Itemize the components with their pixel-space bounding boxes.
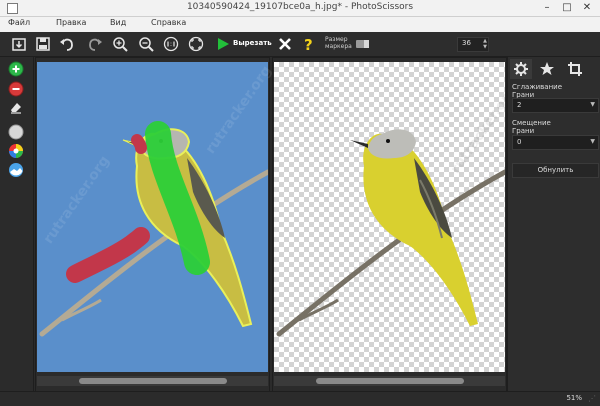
chevron-down-icon: ▼ — [590, 138, 595, 145]
cut-label[interactable]: Вырезать — [233, 39, 272, 47]
svg-text:?: ? — [304, 36, 313, 53]
smoothing-select[interactable]: 2 ▼ — [512, 98, 599, 113]
reset-button[interactable]: Обнулить — [512, 163, 599, 178]
close-window-button[interactable]: ✕ — [580, 1, 594, 14]
tab-effects[interactable] — [536, 59, 558, 79]
image-background-tool[interactable] — [8, 162, 24, 178]
clear-button[interactable] — [276, 35, 294, 53]
close-icon — [279, 38, 291, 50]
chevron-down-icon: ▼ — [590, 101, 595, 108]
smoothing-value: 2 — [517, 101, 522, 109]
open-file-icon — [12, 38, 26, 51]
left-toolbar — [0, 57, 34, 391]
white-circle-icon — [8, 124, 24, 140]
play-cut-icon — [218, 38, 229, 50]
white-background-tool[interactable] — [8, 124, 24, 140]
eraser-tool[interactable] — [8, 99, 24, 115]
window-controls: – □ ✕ — [540, 1, 594, 14]
menu-file[interactable]: Файл — [8, 18, 30, 27]
offset-select[interactable]: 0 ▼ — [512, 135, 599, 150]
result-image — [276, 129, 505, 337]
color-wheel-icon — [9, 144, 23, 158]
zoom-in-button[interactable] — [111, 35, 129, 53]
title-bar: 10340590424_19107bce0a_h.jpg* - PhotoSci… — [0, 0, 600, 17]
redo-button[interactable] — [86, 35, 104, 53]
plus-circle-icon — [8, 61, 24, 77]
minus-circle-icon — [8, 81, 24, 97]
open-file-button[interactable] — [10, 35, 28, 53]
zoom-1to1-button[interactable] — [162, 35, 180, 53]
resize-grip-icon[interactable]: ⋰ — [588, 394, 598, 404]
landscape-icon — [9, 163, 23, 177]
help-button[interactable]: ? — [300, 35, 318, 53]
status-bar: 51% ⋰ — [0, 391, 600, 406]
result-canvas[interactable]: rutracker.org — [274, 62, 520, 372]
menu-bar: Файл Правка Вид Справка — [0, 17, 600, 33]
keep-marker-tool[interactable] — [8, 61, 24, 77]
tab-settings[interactable] — [510, 59, 532, 79]
toolbar: Вырезать ? Размер маркера 36 ▲ ▼ — [0, 32, 600, 57]
marker-size-label: Размер маркера — [325, 36, 352, 50]
zoom-out-icon — [139, 37, 154, 52]
marker-size-toggle[interactable] — [356, 40, 369, 48]
save-icon — [36, 37, 50, 51]
marker-size-spinner[interactable]: 36 ▲ ▼ — [457, 37, 489, 52]
menu-help[interactable]: Справка — [151, 18, 186, 27]
help-icon: ? — [304, 36, 313, 53]
cut-button[interactable] — [214, 35, 232, 53]
window-title: 10340590424_19107bce0a_h.jpg* - PhotoSci… — [186, 2, 414, 12]
result-scroll-thumb[interactable] — [316, 378, 464, 384]
maximize-button[interactable]: □ — [560, 1, 574, 14]
zoom-out-button[interactable] — [137, 35, 155, 53]
star-icon — [540, 62, 554, 75]
source-scroll-thumb[interactable] — [79, 378, 227, 384]
marker-size-value: 36 — [462, 39, 471, 47]
zoom-in-icon — [113, 37, 128, 52]
undo-button[interactable] — [58, 35, 76, 53]
redo-icon — [89, 38, 102, 51]
minimize-button[interactable]: – — [540, 1, 554, 14]
settings-tabs — [510, 59, 599, 79]
smoothing-label: Сглаживание Грани — [512, 83, 563, 99]
zoom-1to1-icon — [163, 36, 179, 52]
gear-icon — [514, 62, 528, 76]
remove-marker-tool[interactable] — [8, 81, 24, 97]
zoom-fit-icon — [188, 36, 204, 52]
offset-label: Смещение Грани — [512, 119, 551, 135]
crop-icon — [568, 62, 582, 76]
zoom-level: 51% — [566, 394, 582, 402]
undo-icon — [60, 38, 73, 51]
settings-panel: Сглаживание Грани 2 ▼ Смещение Грани 0 ▼… — [507, 57, 600, 391]
offset-value: 0 — [517, 138, 522, 146]
result-image-view[interactable]: rutracker.org — [272, 57, 520, 393]
tab-crop[interactable] — [564, 59, 586, 79]
source-image — [39, 121, 268, 337]
menu-edit[interactable]: Правка — [56, 18, 86, 27]
color-background-tool[interactable] — [8, 143, 24, 159]
source-image-view[interactable]: rutracker.org rutracker.org — [35, 57, 275, 393]
zoom-fit-button[interactable] — [187, 35, 205, 53]
menu-view[interactable]: Вид — [110, 18, 126, 27]
spinner-arrows-icon[interactable]: ▲ ▼ — [483, 38, 487, 50]
eraser-icon — [11, 103, 21, 114]
result-horizontal-scrollbar[interactable] — [274, 376, 505, 386]
source-canvas[interactable]: rutracker.org rutracker.org — [37, 62, 275, 372]
source-horizontal-scrollbar[interactable] — [37, 376, 268, 386]
save-button[interactable] — [34, 35, 52, 53]
